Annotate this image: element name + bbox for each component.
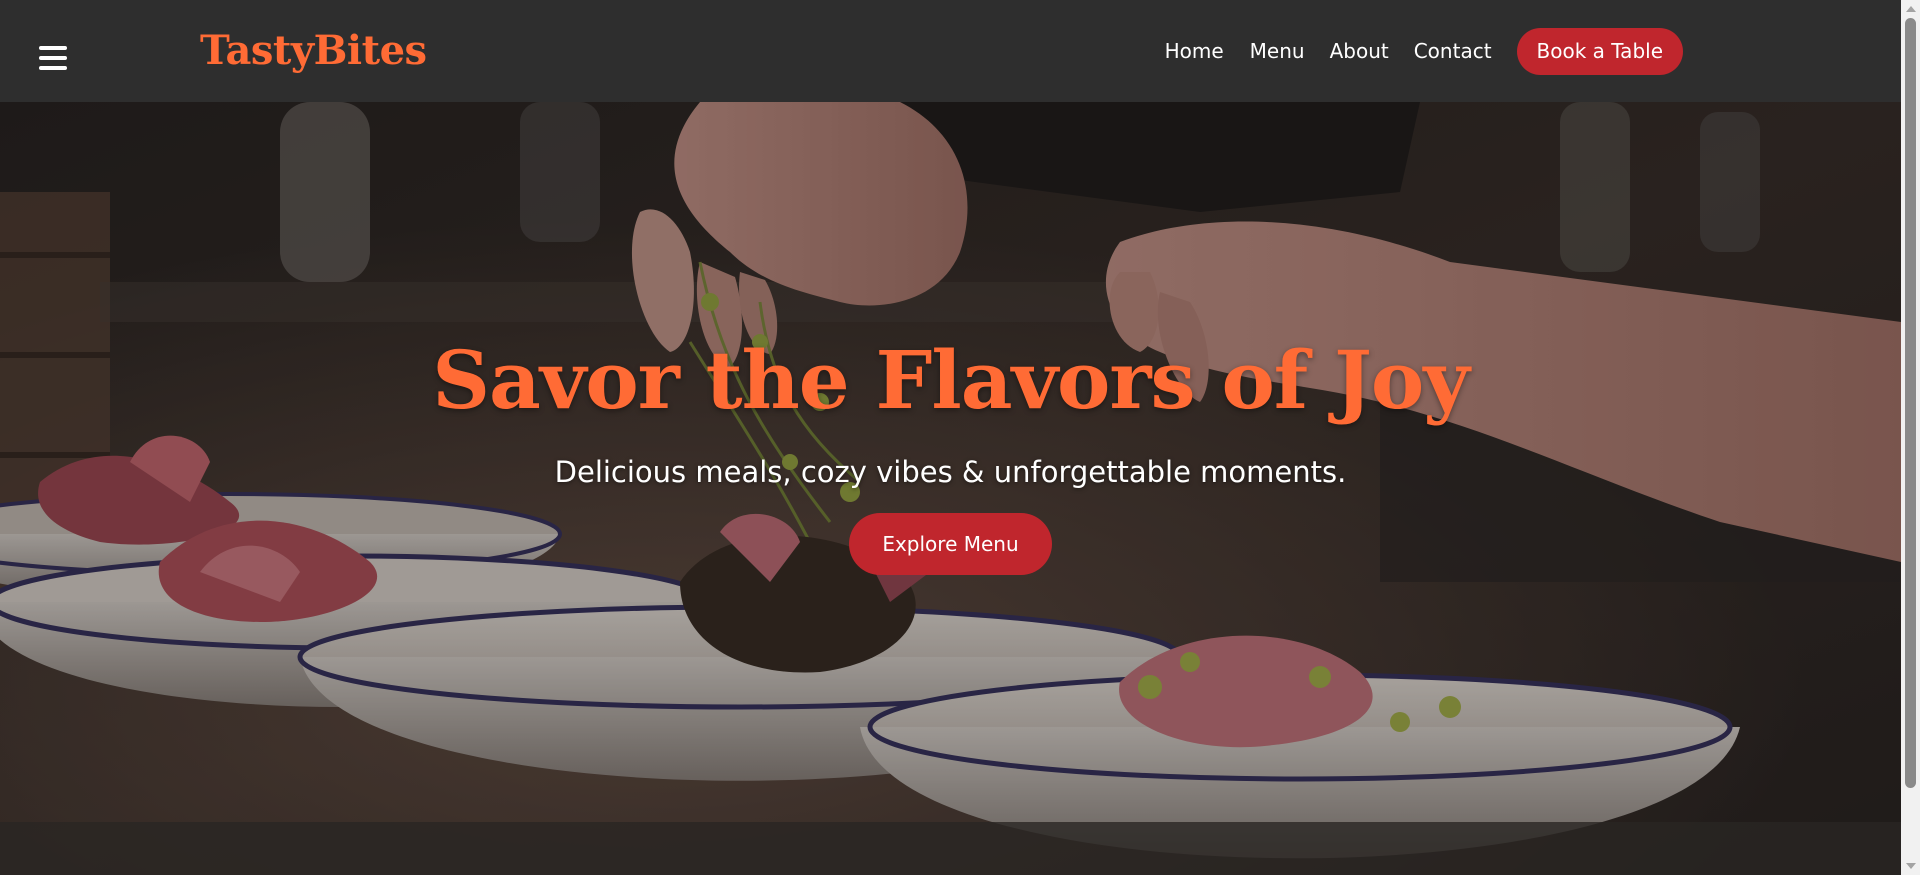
nav-link-home[interactable]: Home <box>1165 39 1224 63</box>
nav-link-menu[interactable]: Menu <box>1250 39 1305 63</box>
vertical-scrollbar[interactable] <box>1901 0 1920 875</box>
book-table-button[interactable]: Book a Table <box>1516 27 1683 75</box>
scroll-up-arrow-icon[interactable] <box>1906 6 1916 12</box>
hero-section: Savor the Flavors of Joy Delicious meals… <box>0 102 1901 875</box>
scroll-down-arrow-icon[interactable] <box>1906 863 1916 869</box>
logo[interactable]: TastyBites <box>200 24 427 78</box>
navbar: TastyBites Home Menu About Contact Book … <box>0 0 1901 102</box>
hamburger-icon[interactable] <box>39 46 67 70</box>
nav-link-about[interactable]: About <box>1330 39 1389 63</box>
hero-title: Savor the Flavors of Joy <box>432 333 1470 427</box>
nav-link-contact[interactable]: Contact <box>1414 39 1492 63</box>
nav-links: Home Menu About Contact Book a Table <box>1165 0 1901 102</box>
explore-menu-button[interactable]: Explore Menu <box>849 513 1052 575</box>
page: TastyBites Home Menu About Contact Book … <box>0 0 1901 875</box>
scrollbar-thumb[interactable] <box>1905 18 1916 788</box>
hero-subtitle: Delicious meals, cozy vibes & unforgetta… <box>554 455 1347 489</box>
